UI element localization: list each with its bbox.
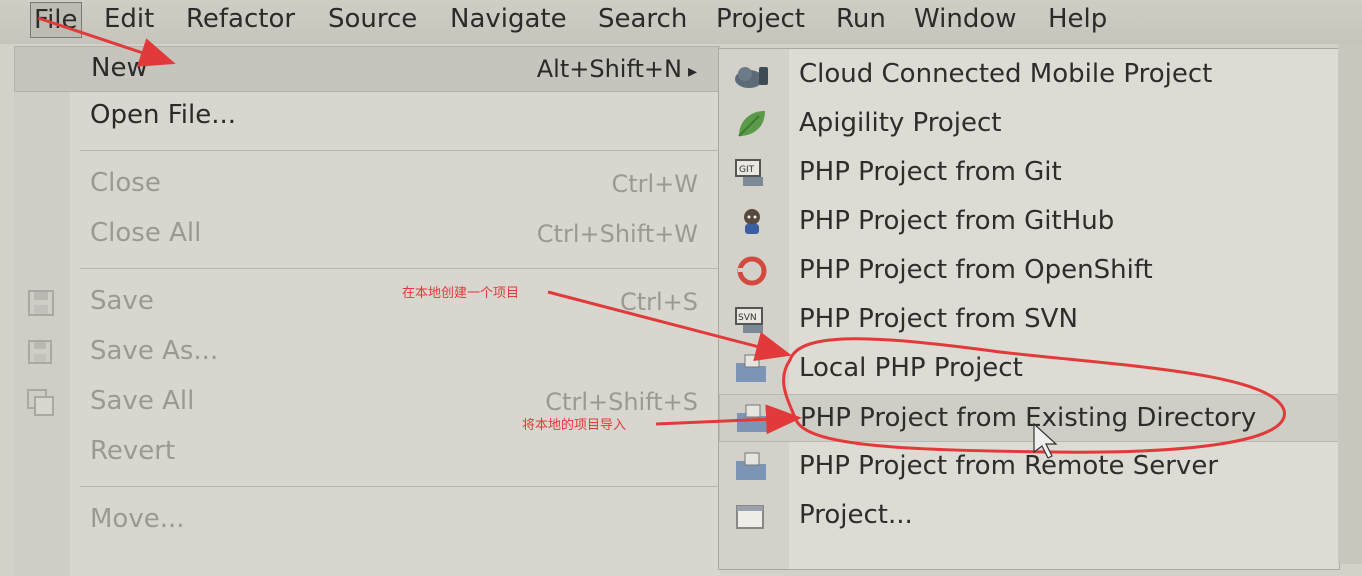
- php-folder-icon: [737, 404, 767, 432]
- menu-search[interactable]: Search: [598, 2, 687, 36]
- menu-item-close[interactable]: Close Ctrl+W: [14, 162, 720, 208]
- new-submenu: Cloud Connected Mobile Project Apigility…: [718, 48, 1340, 570]
- submenu-item-label: PHP Project from SVN: [799, 304, 1078, 334]
- submenu-item-project[interactable]: Project...: [719, 492, 1339, 540]
- menu-run[interactable]: Run: [836, 2, 886, 36]
- menu-help[interactable]: Help: [1048, 2, 1107, 36]
- svg-text:GIT: GIT: [739, 165, 755, 175]
- menu-source[interactable]: Source: [328, 2, 417, 36]
- menu-item-shortcut: Alt+Shift+N ▸: [536, 55, 697, 83]
- menu-bar: File Edit Refactor Source Navigate Searc…: [0, 0, 1362, 44]
- menu-separator: [80, 486, 720, 487]
- project-icon: [736, 505, 764, 529]
- submenu-item-remote-server[interactable]: PHP Project from Remote Server: [719, 443, 1339, 491]
- menu-edit[interactable]: Edit: [104, 2, 154, 36]
- menu-navigate[interactable]: Navigate: [450, 2, 567, 36]
- cloud-mobile-icon: [735, 67, 768, 88]
- svn-icon: SVN: [735, 307, 763, 333]
- git-icon: GIT: [735, 159, 763, 186]
- menu-item-label: New: [91, 53, 148, 83]
- submenu-item-label: PHP Project from GitHub: [799, 206, 1115, 236]
- leaf-icon: [738, 111, 765, 137]
- submenu-item-openshift[interactable]: PHP Project from OpenShift: [719, 247, 1339, 295]
- menu-item-shortcut: Ctrl+Shift+S: [545, 388, 698, 416]
- submenu-item-label: PHP Project from Remote Server: [799, 451, 1219, 481]
- menu-item-move[interactable]: Move...: [14, 498, 720, 544]
- submenu-item-apigility[interactable]: Apigility Project: [719, 100, 1339, 148]
- menu-item-label: Open File...: [90, 100, 237, 130]
- submenu-item-label: Project...: [799, 500, 913, 530]
- menu-item-label: Revert: [90, 436, 176, 466]
- menu-item-save-as[interactable]: Save As...: [14, 330, 720, 376]
- menu-separator: [80, 268, 720, 269]
- menu-item-label: Close: [90, 168, 161, 198]
- submenu-item-label: Local PHP Project: [799, 353, 1023, 383]
- menu-refactor[interactable]: Refactor: [186, 2, 295, 36]
- svg-text:SVN: SVN: [738, 313, 757, 323]
- openshift-icon: [737, 256, 767, 286]
- submenu-item-label: PHP Project from OpenShift: [799, 255, 1153, 285]
- annotation-import-note: 将本地的项目导入: [522, 418, 627, 433]
- submenu-item-label: PHP Project from Existing Directory: [800, 403, 1257, 433]
- submenu-item-cloud-mobile[interactable]: Cloud Connected Mobile Project: [719, 51, 1339, 99]
- file-menu-dropdown: New Alt+Shift+N ▸ Open File... Close Ctrl…: [14, 46, 720, 576]
- menu-item-shortcut: Ctrl+S: [619, 288, 698, 316]
- submenu-item-label: Cloud Connected Mobile Project: [799, 59, 1213, 89]
- submenu-item-github[interactable]: PHP Project from GitHub: [719, 198, 1339, 246]
- save-as-icon: [28, 340, 52, 364]
- submenu-item-label: Apigility Project: [799, 108, 1002, 138]
- menu-item-revert[interactable]: Revert: [14, 430, 720, 476]
- submenu-item-existing-directory[interactable]: PHP Project from Existing Directory: [719, 394, 1339, 442]
- menu-file[interactable]: File: [30, 2, 82, 38]
- annotation-local-note: 在本地创建一个项目: [402, 286, 520, 301]
- menu-item-new[interactable]: New Alt+Shift+N ▸: [14, 46, 720, 92]
- submenu-item-label: PHP Project from Git: [799, 157, 1062, 187]
- menu-item-label: Close All: [90, 218, 202, 248]
- submenu-arrow-icon: ▸: [687, 61, 697, 82]
- save-all-icon: [27, 389, 54, 416]
- submenu-item-local-php[interactable]: Local PHP Project: [719, 345, 1339, 393]
- menu-project[interactable]: Project: [716, 2, 805, 36]
- menu-item-save[interactable]: Save Ctrl+S: [14, 280, 720, 326]
- menu-item-open-file[interactable]: Open File...: [14, 94, 720, 140]
- menu-item-shortcut: Ctrl+W: [611, 170, 698, 198]
- menu-item-label: Save All: [90, 386, 195, 416]
- menu-item-shortcut: Ctrl+Shift+W: [536, 220, 698, 248]
- menu-separator: [80, 150, 720, 151]
- menu-item-label: Move...: [90, 504, 185, 534]
- editor-background: [1338, 44, 1362, 564]
- submenu-item-svn[interactable]: SVN PHP Project from SVN: [719, 296, 1339, 344]
- menu-window[interactable]: Window: [914, 2, 1017, 36]
- save-icon: [28, 290, 54, 316]
- github-icon: [744, 209, 760, 234]
- menu-item-close-all[interactable]: Close All Ctrl+Shift+W: [14, 212, 720, 258]
- php-folder-icon: [736, 354, 766, 382]
- submenu-item-git[interactable]: GIT PHP Project from Git: [719, 149, 1339, 197]
- php-folder-icon: [736, 452, 766, 480]
- menu-item-label: Save: [90, 286, 154, 316]
- menu-item-label: Save As...: [90, 336, 219, 366]
